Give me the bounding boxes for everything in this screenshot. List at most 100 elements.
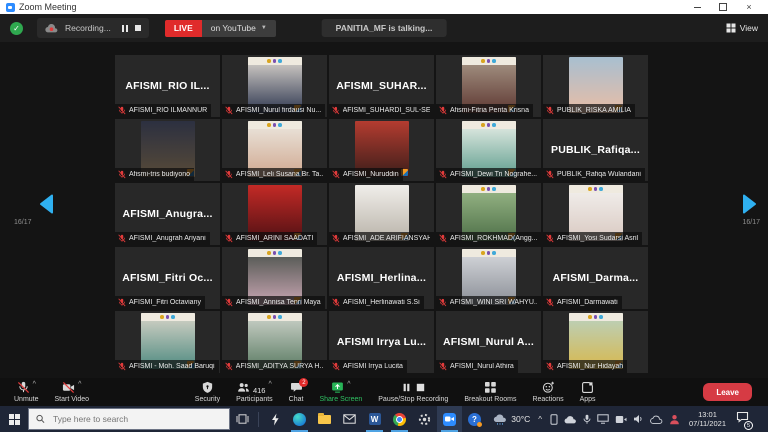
task-view-button[interactable]: [230, 406, 255, 432]
chat-button[interactable]: Chat 2: [281, 378, 312, 406]
search-input[interactable]: [51, 413, 222, 425]
taskbar-app-settings[interactable]: [412, 406, 437, 432]
mic-options-caret[interactable]: ^: [33, 381, 36, 388]
action-center-button[interactable]: 5: [736, 410, 749, 428]
participants-button[interactable]: 416 ^ Participants: [228, 378, 281, 406]
participants-count: 416: [253, 387, 266, 395]
tray-expand-caret[interactable]: ^: [538, 415, 542, 424]
participant-tile[interactable]: AFISMI_Herlina... AFISMI_Herlinawati S.S…: [329, 247, 434, 309]
youtube-stream-dropdown[interactable]: on YouTube ▼: [202, 20, 276, 37]
muted-mic-icon: [332, 362, 340, 371]
share-screen-label: Share Screen: [319, 396, 362, 403]
leave-button[interactable]: Leave: [703, 383, 752, 401]
security-button[interactable]: Security: [187, 378, 228, 406]
participant-tile[interactable]: AFISMI_Yosi Sudarsi Asril: [543, 183, 648, 245]
participant-tile[interactable]: AFISMI_Nuruddin: [329, 119, 434, 181]
page-indicator: 16/17: [742, 219, 760, 226]
reactions-button[interactable]: Reactions: [524, 378, 571, 406]
taskbar-app-lightning[interactable]: [262, 406, 287, 432]
breakout-rooms-button[interactable]: Breakout Rooms: [456, 378, 524, 406]
participant-tile[interactable]: AFISMI_Darma... AFISMI_Darmawati: [543, 247, 648, 309]
recording-indicator: Recording...: [37, 18, 149, 38]
chevron-down-icon: ▼: [261, 25, 267, 31]
zoom-logo-icon: [6, 3, 15, 12]
taskbar-app-help[interactable]: ?: [462, 406, 487, 432]
reactions-label: Reactions: [532, 396, 563, 403]
maximize-button[interactable]: [710, 0, 736, 14]
pause-icon: [401, 382, 412, 393]
participant-tile[interactable]: AFISMI_Annisa Tenri Maya: [222, 247, 327, 309]
participant-name-label: AFISMI_RIO ILMANNUR: [115, 104, 211, 117]
participant-tile[interactable]: AFISMI_Nurul A... AFISMI_Nurul Athira: [436, 311, 541, 373]
share-options-caret[interactable]: ^: [347, 381, 350, 388]
participant-tile[interactable]: AFISMI_ADITYA SURYA H...: [222, 311, 327, 373]
taskbar-app-mail[interactable]: [337, 406, 362, 432]
participant-tile[interactable]: AFISMI_SUHAR... AFISMI_SUHARDI_SUL-SEL: [329, 55, 434, 117]
phone-icon[interactable]: [550, 414, 558, 425]
gallery-next-page[interactable]: 16/17: [710, 194, 760, 226]
muted-mic-icon: [225, 234, 233, 243]
encryption-shield-icon[interactable]: ✓: [10, 22, 23, 35]
video-options-caret[interactable]: ^: [78, 381, 81, 388]
participant-name-label: AFISMI_Darmawati: [543, 296, 622, 309]
participant-tile[interactable]: AFISMI_RIO IL... AFISMI_RIO ILMANNUR: [115, 55, 220, 117]
share-screen-button[interactable]: ^ Share Screen: [311, 378, 370, 406]
taskbar-search[interactable]: [28, 408, 230, 430]
participant-tile[interactable]: AFISMI_ARINI SAADATI: [222, 183, 327, 245]
apps-button[interactable]: Apps: [572, 378, 604, 406]
participant-tile[interactable]: AFISMI_Fitri Oc... AFISMI_Fitri Octavian…: [115, 247, 220, 309]
participant-tile[interactable]: Afismi-Fitria Penta Krisna: [436, 55, 541, 117]
photo-banner: [462, 185, 516, 193]
speaker-icon[interactable]: [633, 414, 644, 424]
teams-icon[interactable]: [669, 414, 680, 425]
participant-tile[interactable]: PUBLIK_Rafiqa... PUBLIK_Rafiqa Wulandani: [543, 119, 648, 181]
participant-tile[interactable]: AFISMI_ADE ARIFIANSYAH: [329, 183, 434, 245]
lightning-icon: [270, 413, 280, 426]
participant-tile[interactable]: AFISMI_Nurul firdausi Nu...: [222, 55, 327, 117]
muted-mic-icon: [332, 298, 340, 307]
minimize-button[interactable]: [684, 0, 710, 14]
meeting-topbar: ✓ Recording... LIVE on YouTube ▼ PANITIA…: [0, 14, 768, 42]
window-title: Zoom Meeting: [19, 2, 77, 12]
participant-tile[interactable]: AFISMI_Leli Susana Br. Ta...: [222, 119, 327, 181]
participant-tile[interactable]: AFISMI Irrya Lu... AFISMI Irrya Lucita: [329, 311, 434, 373]
window-titlebar: Zoom Meeting ×: [0, 0, 768, 14]
participant-name-text: AFISMI_ARINI SAADATI: [236, 235, 313, 242]
cloud-icon[interactable]: [564, 415, 577, 424]
start-button[interactable]: [0, 406, 28, 432]
taskbar-app-word[interactable]: W: [362, 406, 387, 432]
taskbar-app-edge[interactable]: [287, 406, 312, 432]
chat-label: Chat: [289, 396, 304, 403]
participant-name-label: AFISMI_Leli Susana Br. Ta...: [222, 168, 327, 181]
participant-tile[interactable]: AFISMI_WINI SRI WAHYU...: [436, 247, 541, 309]
mail-icon: [343, 414, 356, 424]
participant-tile[interactable]: AFISMI_Dewi Tri Nograhe...: [436, 119, 541, 181]
gallery-prev-page[interactable]: 16/17: [14, 194, 64, 226]
start-video-button[interactable]: ^ Start Video: [47, 378, 98, 406]
taskbar-app-explorer[interactable]: [312, 406, 337, 432]
participant-tile[interactable]: Afismi-tris budiyono: [115, 119, 220, 181]
stop-recording-icon[interactable]: [135, 25, 141, 31]
monitor-icon[interactable]: [597, 414, 609, 424]
chat-unread-badge: 2: [299, 378, 308, 387]
participant-tile[interactable]: PUBLIK_RISKA AMILIA: [543, 55, 648, 117]
photo-banner: [569, 313, 623, 321]
participants-caret[interactable]: ^: [268, 381, 271, 388]
close-button[interactable]: ×: [736, 0, 762, 14]
participant-tile[interactable]: AFISMI_ROKHMAD(Angg...: [436, 183, 541, 245]
participant-tile[interactable]: AFISMI - Moh. Saad Baruqi: [115, 311, 220, 373]
taskbar-weather[interactable]: 30°C: [493, 414, 530, 425]
pause-recording-icon[interactable]: [122, 25, 128, 32]
participant-tile[interactable]: AFISMI_Anugra... AFISMI_Anugrah Ariyani: [115, 183, 220, 245]
onedrive-icon[interactable]: [650, 415, 663, 424]
mic-tray-icon[interactable]: [583, 414, 591, 425]
view-button[interactable]: View: [726, 23, 758, 33]
taskbar-app-chrome[interactable]: [387, 406, 412, 432]
unmute-button[interactable]: ^ Unmute: [6, 378, 47, 406]
camera-icon[interactable]: [615, 415, 627, 424]
participant-tile[interactable]: AFISMI_Nur Hidayah: [543, 311, 648, 373]
pause-stop-recording-button[interactable]: Pause/Stop Recording: [370, 378, 456, 406]
taskbar-app-zoom[interactable]: [437, 406, 462, 432]
taskbar-clock[interactable]: 13:01 07/11/2021: [689, 410, 726, 429]
weather-temp: 30°C: [511, 414, 530, 424]
